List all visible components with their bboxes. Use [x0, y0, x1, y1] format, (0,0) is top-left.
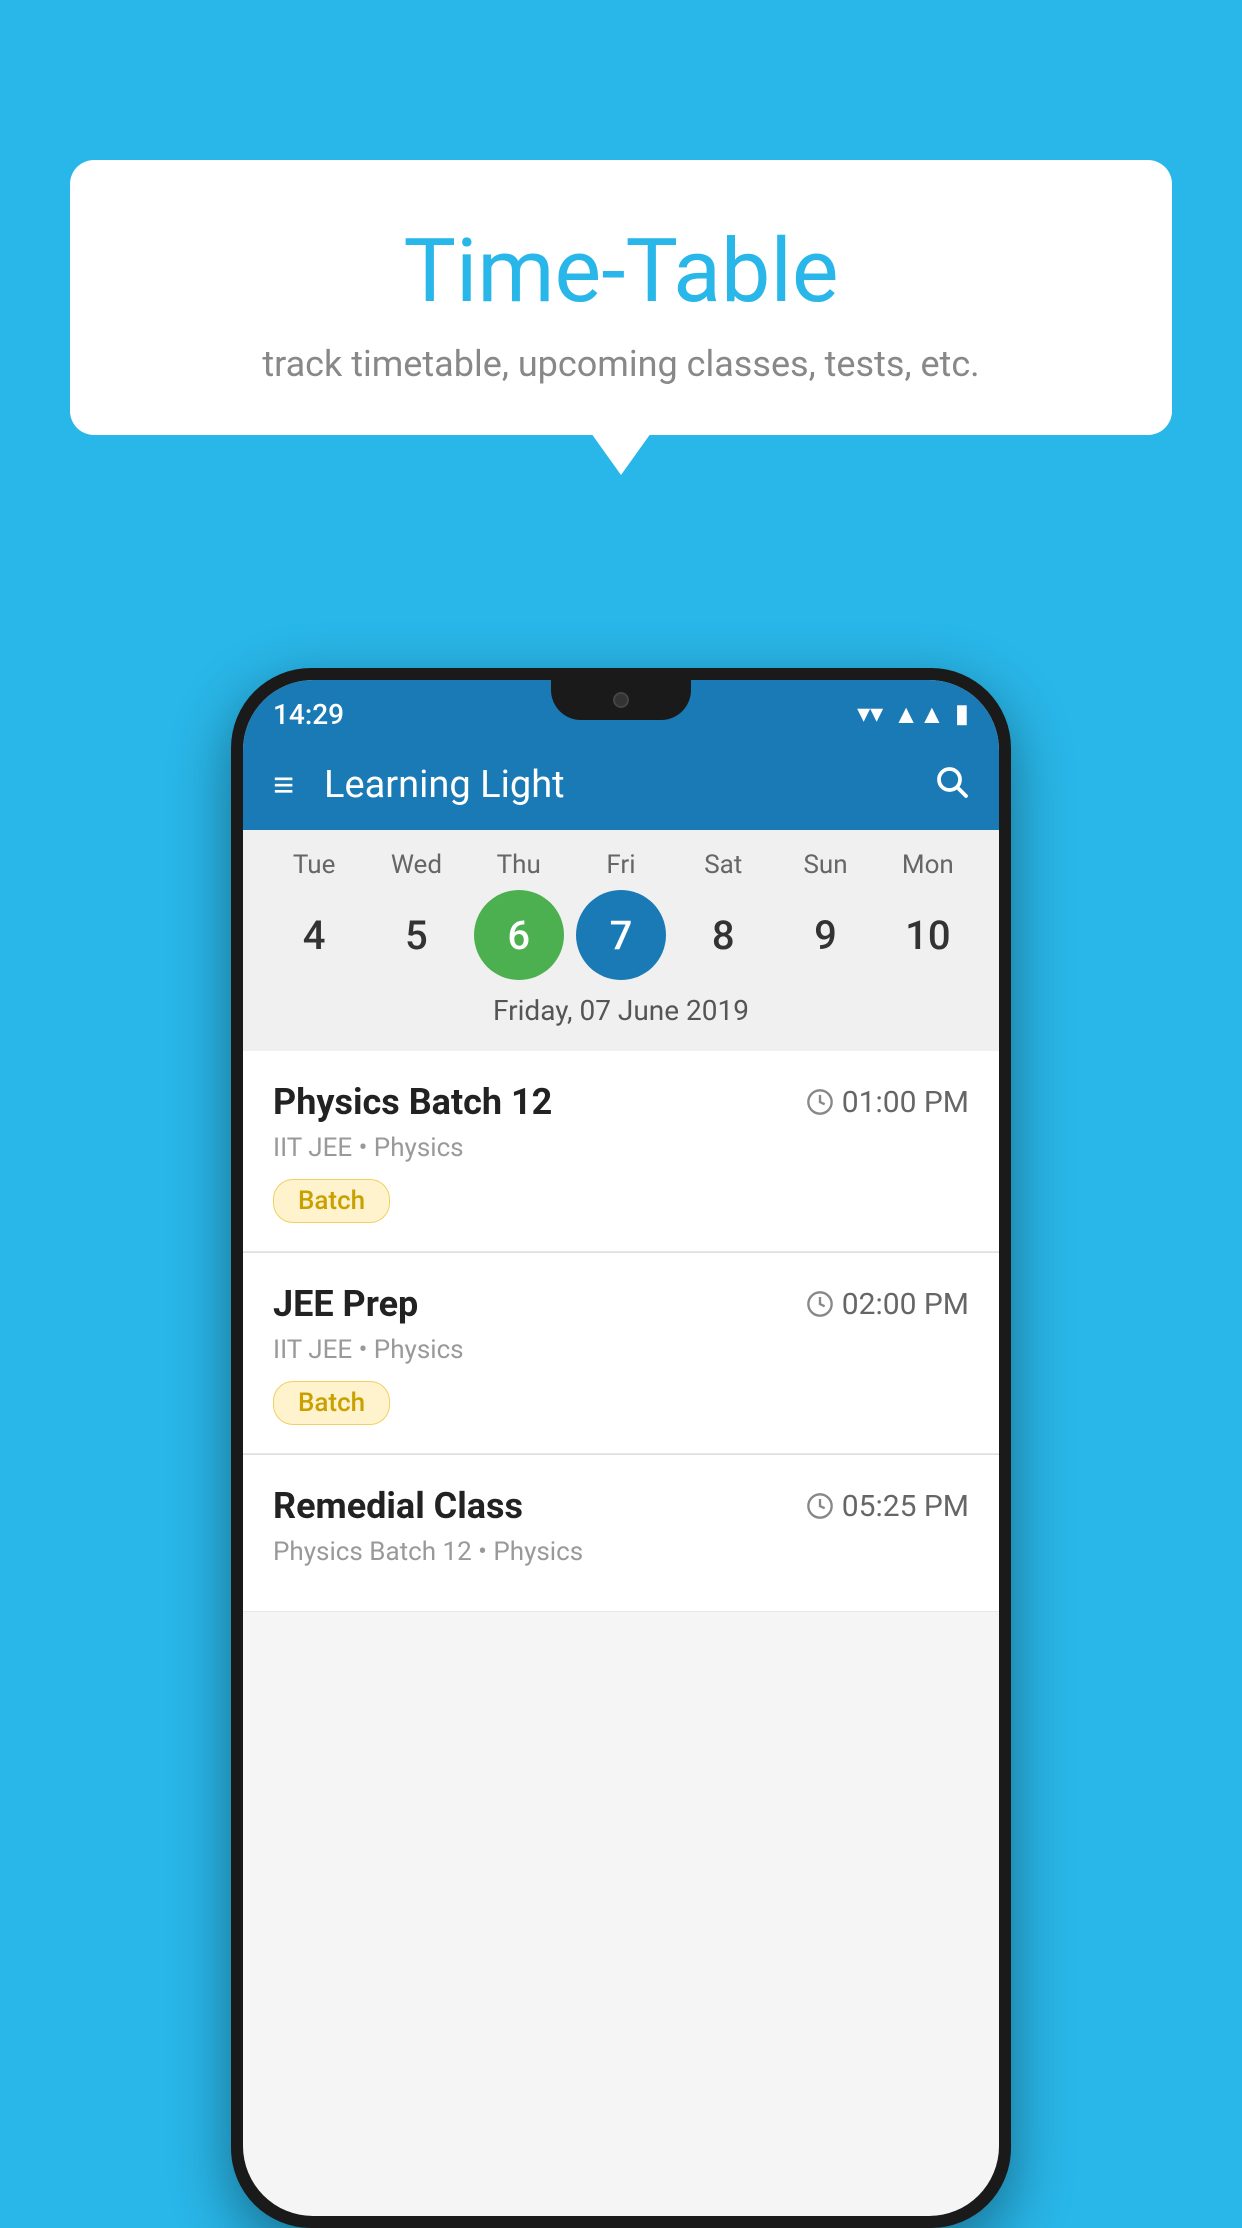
day-6-today[interactable]: 6: [474, 890, 564, 980]
calendar-strip: Tue Wed Thu Fri Sat Sun Mon 4 5 6 7 8 9 …: [243, 830, 999, 1051]
intro-card: Time-Table track timetable, upcoming cla…: [70, 160, 1172, 435]
day-numbers: 4 5 6 7 8 9 10: [243, 890, 999, 980]
day-4[interactable]: 4: [269, 890, 359, 980]
card-title: Time-Table: [110, 220, 1132, 323]
day-header-sun: Sun: [781, 850, 871, 880]
item-title-1: Physics Batch 12: [273, 1081, 552, 1123]
app-title: Learning Light: [324, 763, 903, 807]
day-header-sat: Sat: [678, 850, 768, 880]
day-headers: Tue Wed Thu Fri Sat Sun Mon: [243, 850, 999, 880]
batch-tag-1: Batch: [273, 1179, 390, 1223]
item-header-1: Physics Batch 12 01:00 PM: [273, 1081, 969, 1123]
menu-icon[interactable]: ≡: [273, 764, 294, 806]
clock-icon-1: [806, 1088, 834, 1116]
day-header-thu: Thu: [474, 850, 564, 880]
signal-icon: ▲▲: [893, 699, 944, 730]
day-header-mon: Mon: [883, 850, 973, 880]
item-time-2: 02:00 PM: [806, 1287, 969, 1322]
item-title-3: Remedial Class: [273, 1485, 523, 1527]
day-header-fri: Fri: [576, 850, 666, 880]
clock-icon-2: [806, 1290, 834, 1318]
day-8[interactable]: 8: [678, 890, 768, 980]
wifi-icon: ▾▾: [857, 699, 883, 729]
phone-screen: 14:29 ▾▾ ▲▲ ▮ ≡ Learning Light Tue Wed: [243, 680, 999, 2216]
item-subtitle-3: Physics Batch 12 • Physics: [273, 1537, 969, 1567]
schedule-list: Physics Batch 12 01:00 PM IIT JEE • Phys…: [243, 1051, 999, 1612]
camera: [613, 692, 629, 708]
item-header-3: Remedial Class 05:25 PM: [273, 1485, 969, 1527]
schedule-item-2[interactable]: JEE Prep 02:00 PM IIT JEE • Physics Batc…: [243, 1253, 999, 1454]
schedule-item-1[interactable]: Physics Batch 12 01:00 PM IIT JEE • Phys…: [243, 1051, 999, 1252]
search-icon[interactable]: [933, 763, 969, 808]
card-subtitle: track timetable, upcoming classes, tests…: [110, 343, 1132, 385]
day-header-wed: Wed: [371, 850, 461, 880]
battery-icon: ▮: [955, 699, 969, 729]
phone-notch: [551, 680, 691, 720]
day-5[interactable]: 5: [371, 890, 461, 980]
status-icons: ▾▾ ▲▲ ▮: [857, 699, 969, 730]
status-time: 14:29: [273, 698, 344, 731]
item-time-3: 05:25 PM: [806, 1489, 969, 1524]
item-header-2: JEE Prep 02:00 PM: [273, 1283, 969, 1325]
clock-icon-3: [806, 1492, 834, 1520]
phone-frame: 14:29 ▾▾ ▲▲ ▮ ≡ Learning Light Tue Wed: [231, 668, 1011, 2228]
day-header-tue: Tue: [269, 850, 359, 880]
day-10[interactable]: 10: [883, 890, 973, 980]
item-time-1: 01:00 PM: [806, 1085, 969, 1120]
app-bar: ≡ Learning Light: [243, 740, 999, 830]
item-subtitle-1: IIT JEE • Physics: [273, 1133, 969, 1163]
schedule-item-3[interactable]: Remedial Class 05:25 PM Physics Batch 12…: [243, 1455, 999, 1612]
item-title-2: JEE Prep: [273, 1283, 418, 1325]
batch-tag-2: Batch: [273, 1381, 390, 1425]
selected-date: Friday, 07 June 2019: [243, 994, 999, 1041]
day-7-selected[interactable]: 7: [576, 890, 666, 980]
item-subtitle-2: IIT JEE • Physics: [273, 1335, 969, 1365]
day-9[interactable]: 9: [781, 890, 871, 980]
